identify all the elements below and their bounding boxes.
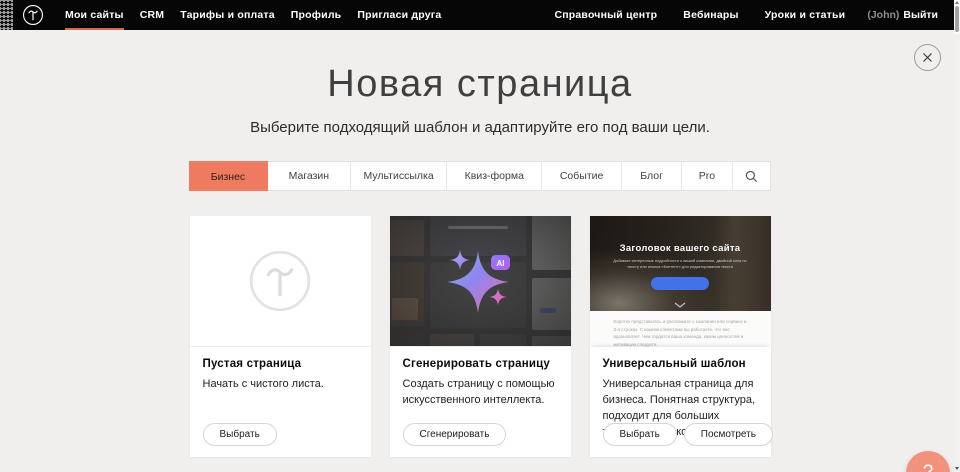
card-actions: Выбрать Посмотреть [603,423,773,446]
close-icon [922,52,933,63]
choose-blank-button[interactable]: Выбрать [203,423,277,446]
blank-page-thumbnail [190,216,371,347]
template-hero-heading: Заголовок вашего сайта [620,243,741,254]
tab-quiz-form[interactable]: Квиз-форма [447,162,542,190]
svg-text:AI: AI [496,259,504,268]
scrollbar-thumb[interactable] [955,6,959,32]
scroll-down-arrow-icon[interactable] [955,467,959,470]
template-hero-preview: Заголовок вашего сайта Добавьте интересн… [590,216,771,311]
nav-help-center[interactable]: Справочный центр [546,0,665,30]
template-hero-cta-button [651,277,709,290]
search-tab-button[interactable] [733,162,770,190]
page-subtitle: Выберите подходящий шаблон и адаптируйте… [0,119,960,136]
card-universal-template[interactable]: Заголовок вашего сайта Добавьте интересн… [590,216,771,457]
template-cards-row: Пустая страница Начать с чистого листа. … [190,216,771,457]
universal-template-thumbnail: Заголовок вашего сайта Добавьте интересн… [590,216,771,347]
ai-sparkle-icon: AI [390,216,571,347]
nav-profile[interactable]: Профиль [283,0,350,30]
search-icon [745,170,758,183]
ai-generate-thumbnail: AI [390,216,571,347]
weave-pattern-decoration [0,0,13,30]
chevron-down-icon [674,302,686,308]
card-blank-page[interactable]: Пустая страница Начать с чистого листа. … [190,216,371,457]
close-button[interactable] [914,44,941,71]
tab-blog[interactable]: Блог [622,162,682,190]
card-description: Создать страницу с помощью искусственног… [403,377,558,409]
nav-tariffs[interactable]: Тарифы и оплата [172,0,283,30]
topbar-nav-right: Справочный центр Вебинары Уроки и статьи… [546,0,954,30]
card-body: Пустая страница Начать с чистого листа. … [190,347,371,457]
nav-crm[interactable]: CRM [132,0,173,30]
user-name: (John) [867,9,899,21]
card-title: Универсальный шаблон [603,358,758,370]
nav-webinars[interactable]: Вебинары [675,0,746,30]
nav-my-sites[interactable]: Мои сайты [57,0,132,30]
tab-business[interactable]: Бизнес [189,161,268,191]
tab-multilink[interactable]: Мультиссылка [351,162,448,190]
card-title: Пустая страница [203,358,358,370]
tab-event[interactable]: Событие [542,162,622,190]
template-about-preview: Коротко представьтесь и расскажите о ком… [590,311,771,347]
generate-button[interactable]: Сгенерировать [403,423,507,446]
card-ai-generate[interactable]: AI Сгенерировать страницу Создать страни… [390,216,571,457]
card-title: Сгенерировать страницу [403,358,558,370]
card-body: Сгенерировать страницу Создать страницу … [390,347,571,457]
template-hero-subtext: Добавьте интересные подробности о вашей … [609,258,750,271]
topbar: Мои сайты CRM Тарифы и оплата Профиль Пр… [0,0,954,30]
nav-invite-friend[interactable]: Пригласи друга [349,0,449,30]
page-title: Новая страница [0,30,960,106]
card-body: Универсальный шаблон Универсальная стран… [590,347,771,457]
tab-shop[interactable]: Магазин [268,162,351,190]
preview-template-button[interactable]: Посмотреть [684,423,773,446]
scroll-up-arrow-icon[interactable] [955,1,959,4]
ai-badge: AI [491,255,510,270]
new-page-modal: Новая страница Выберите подходящий шабло… [0,30,960,472]
nav-lessons-articles[interactable]: Уроки и статьи [757,0,854,30]
help-button[interactable]: ? [906,451,950,472]
user-account: (John) Выйти [863,0,942,30]
choose-template-button[interactable]: Выбрать [603,423,677,446]
card-actions: Выбрать [203,423,277,446]
topbar-nav-left: Мои сайты CRM Тарифы и оплата Профиль Пр… [57,0,449,30]
template-about-text: Коротко представьтесь и расскажите о ком… [614,318,747,347]
logout-link[interactable]: Выйти [903,9,938,21]
tilda-watermark-icon [248,249,312,313]
card-actions: Сгенерировать [403,423,507,446]
tab-pro[interactable]: Pro [682,162,732,190]
template-category-tabs: Бизнес Магазин Мультиссылка Квиз-форма С… [189,161,771,191]
tilda-logo-icon[interactable] [22,4,44,26]
scrollbar[interactable] [954,0,960,472]
card-description: Начать с чистого листа. [203,377,358,393]
